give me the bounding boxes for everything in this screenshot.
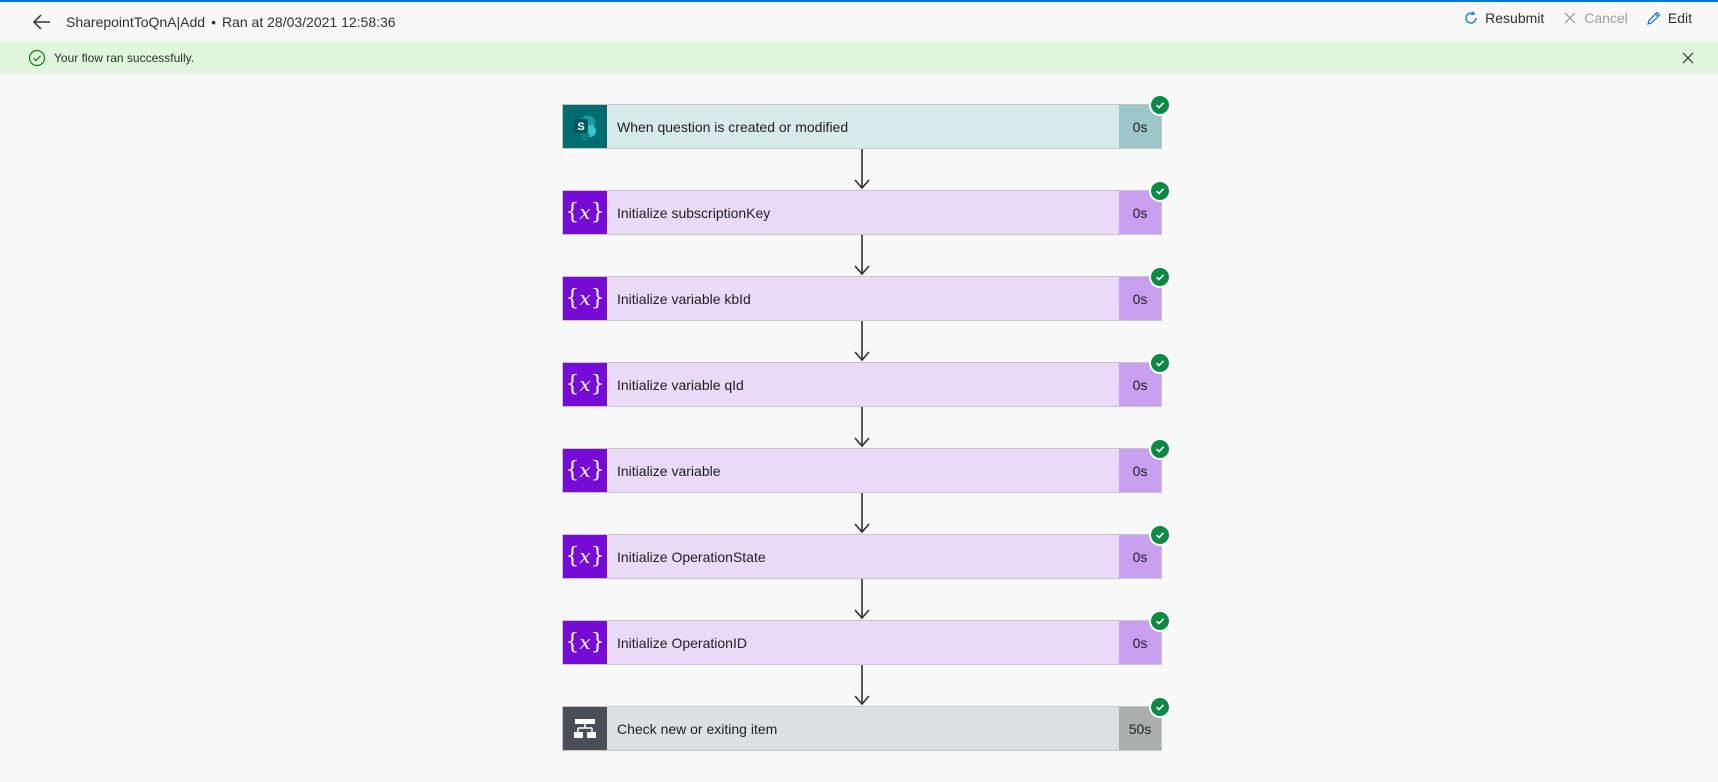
flow-step[interactable]: {x} Initialize variable kbId 0s [562, 276, 1162, 321]
flow-step[interactable]: {x} Initialize OperationID 0s [562, 620, 1162, 665]
flow-step[interactable]: {x} Initialize variable qId 0s [562, 362, 1162, 407]
connector-arrow [854, 579, 870, 620]
connector-arrow [854, 493, 870, 534]
success-check-icon [1149, 94, 1171, 116]
connector-arrow [854, 665, 870, 706]
success-check-icon [1149, 696, 1171, 718]
connector-arrow [854, 321, 870, 362]
success-check-icon [1149, 180, 1171, 202]
success-check-icon [1149, 352, 1171, 374]
connector-arrow [854, 149, 870, 190]
dismiss-icon[interactable] [1680, 50, 1696, 66]
step-label: Check new or exiting item [617, 720, 778, 737]
close-icon [1564, 12, 1576, 24]
arrow-left-icon [32, 14, 50, 30]
flow-step[interactable]: S When question is created or modified 0s [562, 104, 1162, 149]
step-label: Initialize subscriptionKey [617, 204, 771, 221]
refresh-icon [1465, 11, 1477, 24]
page-title: SharepointToQnA|Add • Ran at 28/03/2021 12… [66, 14, 396, 30]
flow-step[interactable]: Check new or exiting item 50s [562, 706, 1162, 751]
step-label: Initialize OperationID [617, 634, 747, 651]
success-check-icon [1149, 524, 1171, 546]
variable-icon: {x} [563, 535, 607, 578]
condition-icon [563, 707, 607, 750]
resubmit-label: Resubmit [1485, 10, 1545, 26]
step-label: Initialize OperationState [617, 548, 766, 565]
variable-icon: {x} [563, 191, 607, 234]
header-bar: SharepointToQnA|Add • Ran at 28/03/2021 12… [0, 2, 1718, 42]
flow-name: SharepointToQnA|Add [66, 14, 206, 30]
step-label: Initialize variable qId [617, 376, 744, 393]
step-label: When question is created or modified [617, 118, 849, 135]
title-separator: • [211, 14, 216, 30]
variable-icon: {x} [563, 277, 607, 320]
connector-arrow [854, 407, 870, 448]
banner-message: Your flow ran successfully. [54, 51, 195, 65]
success-check-icon [1149, 610, 1171, 632]
run-info: Ran at 28/03/2021 12:58:36 [221, 14, 396, 30]
cancel-label: Cancel [1584, 10, 1628, 26]
step-label: Initialize variable [617, 462, 721, 479]
flow-step[interactable]: {x} Initialize OperationState 0s [562, 534, 1162, 579]
resubmit-button[interactable]: Resubmit [1463, 10, 1544, 26]
flow-step[interactable]: {x} Initialize subscriptionKey 0s [562, 190, 1162, 235]
success-check-icon [1149, 438, 1171, 460]
success-check-icon [1149, 266, 1171, 288]
variable-icon: {x} [563, 621, 607, 664]
pencil-icon [1647, 11, 1661, 25]
connector-arrow [854, 235, 870, 276]
cancel-button[interactable]: Cancel [1562, 10, 1628, 26]
back-button[interactable] [30, 12, 54, 32]
header-actions: Resubmit Cancel Edit [1463, 10, 1692, 26]
success-banner: Your flow ran successfully. [0, 42, 1718, 74]
flow-step[interactable]: {x} Initialize variable 0s [562, 448, 1162, 493]
variable-icon: {x} [563, 363, 607, 406]
step-label: Initialize variable kbId [617, 290, 751, 307]
sharepoint-letter: S [577, 121, 584, 133]
edit-button[interactable]: Edit [1646, 10, 1692, 26]
edit-label: Edit [1667, 10, 1692, 26]
checkmark-circle-icon [28, 49, 46, 67]
variable-icon: {x} [563, 449, 607, 492]
sharepoint-icon: S [563, 105, 607, 148]
